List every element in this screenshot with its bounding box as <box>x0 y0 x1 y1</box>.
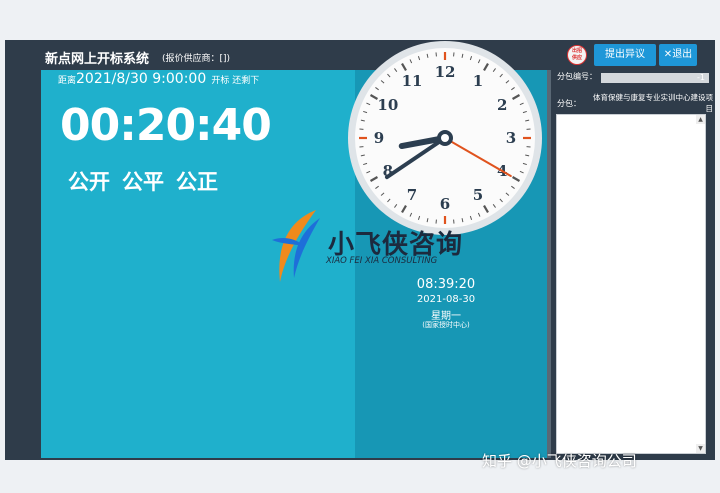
package-name-value: 体育保健与康复专业实训中心建设项目 <box>593 93 713 113</box>
package-panel: 分包编号： -1 分包： 体育保健与康复专业实训中心建设项目 ▲ ▼ <box>551 70 715 458</box>
scroll-up-icon[interactable]: ▲ <box>696 115 705 124</box>
clock-number: 3 <box>506 129 516 147</box>
countdown-suffix: 开标 还剩下 <box>211 76 260 86</box>
slogan-open: 公开 <box>68 170 110 194</box>
countdown-caption: 距离2021/8/30 9:00:00 开标 还剩下 <box>58 68 259 87</box>
package-listbox[interactable]: ▲ ▼ <box>556 114 706 454</box>
clock-number: 12 <box>435 63 456 81</box>
package-code-label: 分包编号： <box>557 72 597 81</box>
consulting-watermark: 小飞侠咨询 XIAO FEI XIA CONSULTING <box>270 206 470 286</box>
source-watermark: 知乎 @小飞侠咨询公司 <box>482 452 637 470</box>
clock-number: 2 <box>497 96 507 114</box>
clock-number: 10 <box>377 96 398 114</box>
watermark-logo-icon <box>272 210 320 282</box>
clock-number: 1 <box>473 72 483 90</box>
clock-number: 5 <box>473 186 483 204</box>
supplier-label: (报价供应商：[]) <box>162 54 231 64</box>
clock-number: 7 <box>407 186 417 204</box>
raise-objection-button[interactable]: 提出异议 <box>594 44 656 66</box>
countdown-prefix: 距离 <box>58 76 77 86</box>
exit-button[interactable]: ✕退出 <box>659 44 697 66</box>
clock-center-dot <box>441 134 449 142</box>
slogan: 公开 公平 公正 <box>68 166 230 196</box>
slogan-just: 公正 <box>176 170 218 194</box>
watermark-en: XIAO FEI XIA CONSULTING <box>326 256 438 266</box>
clock-number: 9 <box>374 129 384 147</box>
countdown-datetime: 2021/8/30 9:00:00 <box>76 71 207 87</box>
clock-number: 11 <box>402 72 423 90</box>
package-name-label: 分包： <box>557 99 581 108</box>
close-icon: ✕ <box>663 49 673 60</box>
package-code-value: -1 <box>601 73 709 83</box>
time-source: (国家授时中心) <box>422 321 470 329</box>
slogan-fair: 公平 <box>122 170 164 194</box>
seal-icon: 出招 供应 <box>567 45 587 65</box>
scroll-down-icon[interactable]: ▼ <box>696 444 705 453</box>
countdown-timer: 00:20:40 <box>60 100 272 151</box>
exit-label: 退出 <box>672 49 693 60</box>
app-title: 新点网上开标系统 <box>45 52 150 67</box>
digital-date: 2021-08-30 <box>416 294 476 305</box>
